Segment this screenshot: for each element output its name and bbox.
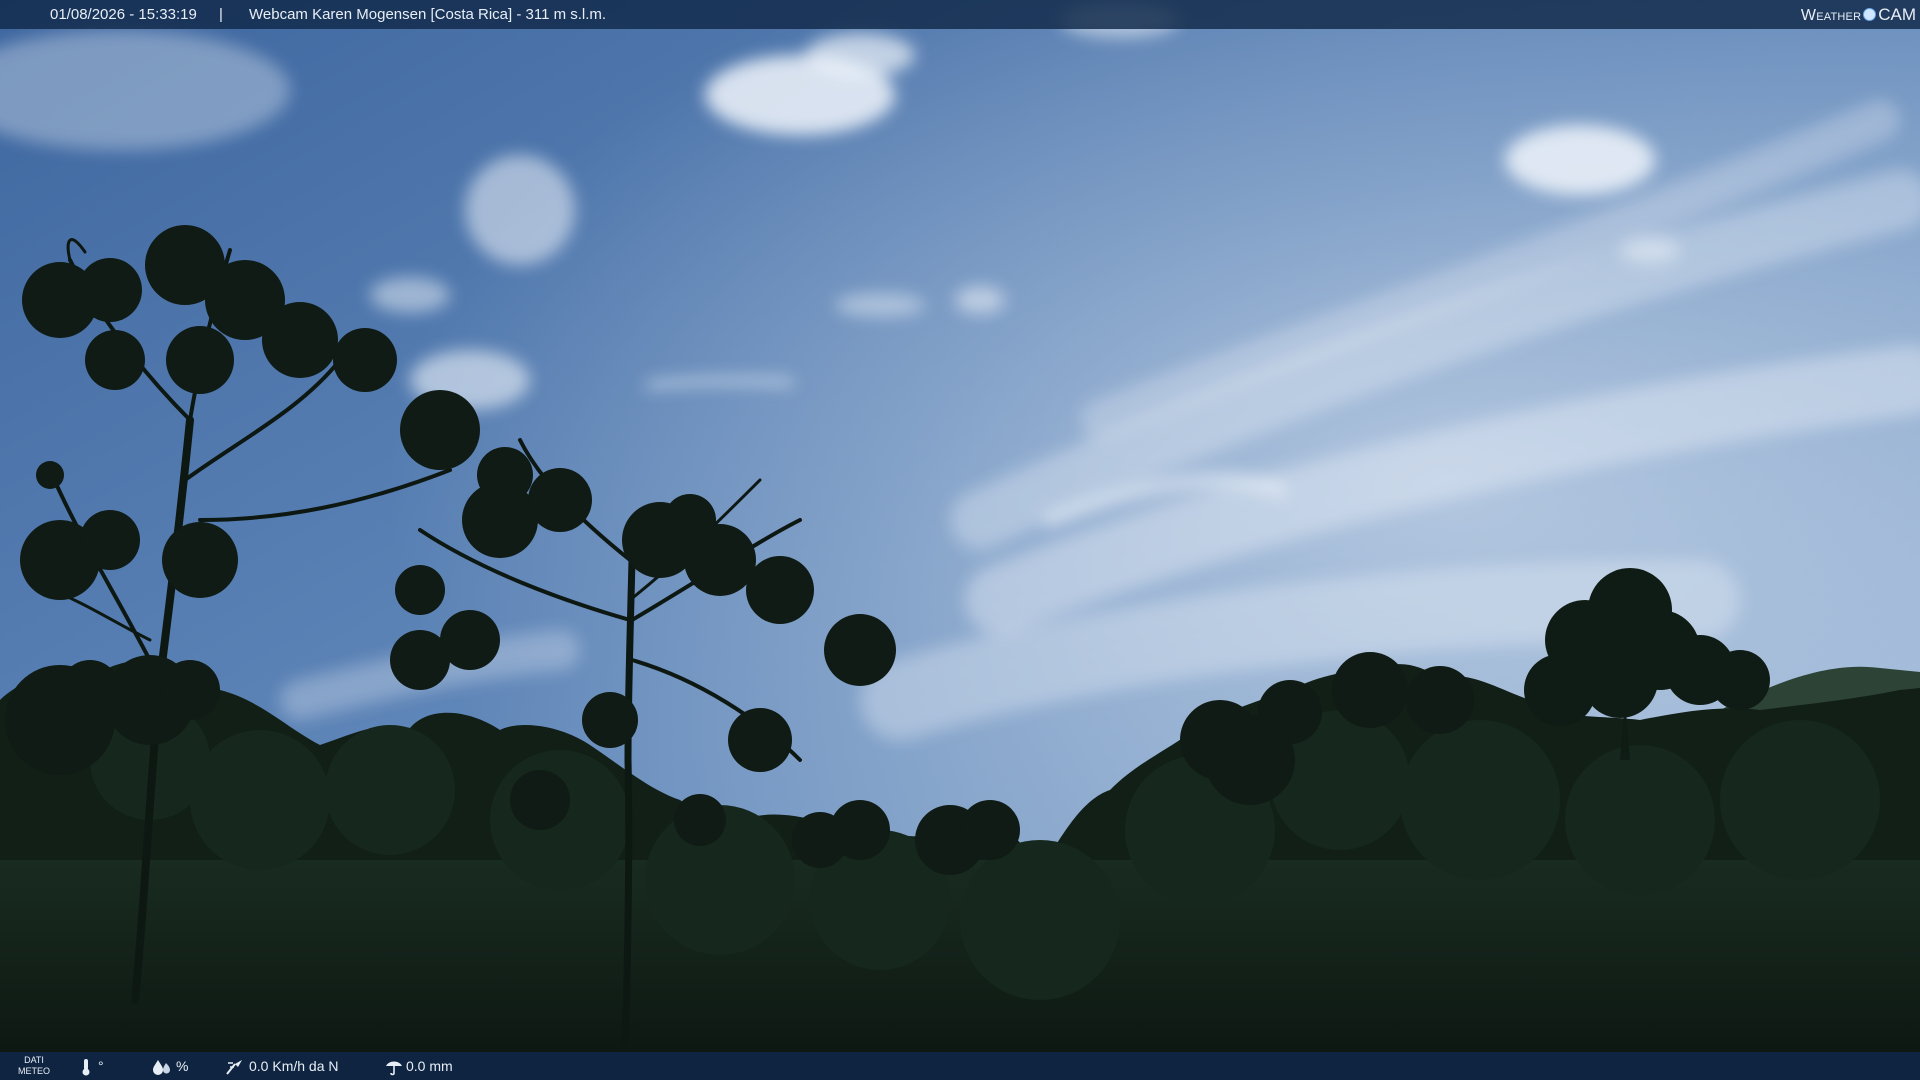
rain-readout: 0.0 mm: [384, 1052, 484, 1080]
separator: |: [219, 6, 223, 23]
wind-value: 0.0 Km/h da N: [249, 1058, 339, 1074]
camera-title: Webcam Karen Mogensen [Costa Rica] - 311…: [249, 6, 607, 23]
humidity-icon: [153, 1060, 170, 1075]
wind-readout: 0.0 Km/h da N: [225, 1052, 365, 1080]
weather-bar: DATI METEO ° % 0.0 Km/h da N 0.0 mm: [0, 1052, 1920, 1080]
info-bar: 01/08/2026 - 15:33:19 | Webcam Karen Mog…: [0, 0, 1920, 29]
weathercam-logo: Weather CAM: [1801, 0, 1916, 29]
brand-dot-icon: [1863, 8, 1877, 21]
brand-word: Weather: [1800, 7, 1862, 24]
thermometer-icon: [82, 1059, 90, 1076]
rain-value: 0.0 mm: [406, 1058, 453, 1074]
humidity-value: %: [176, 1058, 189, 1074]
rain-icon: [386, 1061, 402, 1076]
brand-suffix: CAM: [1878, 5, 1916, 24]
temperature-value: °: [98, 1058, 104, 1074]
timestamp: 01/08/2026 - 15:33:19: [50, 6, 197, 23]
humidity-readout: %: [152, 1052, 202, 1080]
webcam-scene: [0, 0, 1920, 1080]
temperature-readout: °: [80, 1052, 120, 1080]
wind-icon: [226, 1060, 242, 1075]
weather-data-label: DATI METEO: [17, 1055, 50, 1076]
